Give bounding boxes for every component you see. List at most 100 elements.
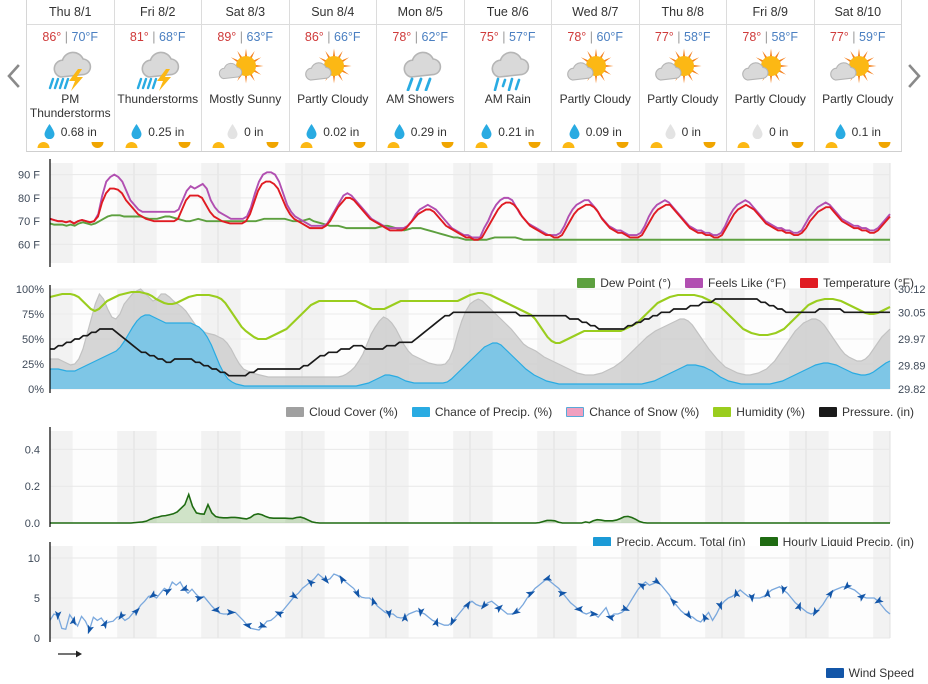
- day-name: Tue 8/6: [464, 5, 551, 25]
- day-name: Fri 8/2: [114, 5, 201, 25]
- day-temps: 86° | 70°F: [42, 28, 98, 46]
- sunrise-icon: [737, 142, 750, 148]
- sunset-icon: [616, 142, 628, 148]
- day-low-temp: 63°F: [246, 30, 274, 44]
- day-low-temp: 59°F: [859, 30, 886, 44]
- sunset-icon: [528, 142, 541, 148]
- day-temps: 77° | 58°F: [655, 28, 711, 46]
- day-high-temp: 77°: [654, 30, 674, 44]
- day-card[interactable]: Sat 8/10 77° | 59°F Partly Cloudy 0.1 in: [814, 0, 902, 151]
- conditions-chart-panel: 100% 30.12 75% 30.05 50% 29.97 25% 29.89 0% 29.82…: [0, 283, 928, 421]
- day-precip-amount: 0.29 in: [410, 124, 447, 139]
- legend-label: Wind Speed: [848, 666, 914, 680]
- temperature-chart[interactable]: 90 F 80 F 70 F 60 F: [0, 155, 928, 290]
- day-precip: 0.21 in: [481, 124, 534, 141]
- prev-days-button[interactable]: [0, 0, 26, 152]
- day-name: Wed 8/7: [552, 5, 639, 25]
- condition-mostly-sunny-icon: [202, 47, 289, 91]
- day-low-temp: 62°F: [421, 30, 449, 44]
- legend-item[interactable]: Chance of Precip. (%): [411, 405, 552, 419]
- day-name: Thu 8/8: [639, 5, 726, 25]
- day-condition: PM Thunderstorms: [29, 92, 111, 120]
- day-card[interactable]: Wed 8/7 78° | 60°F Partly Cloudy 0.09 in: [552, 0, 640, 151]
- day-temps: 89° | 63°F: [217, 28, 273, 46]
- chevron-right-icon: [908, 64, 921, 88]
- day-high-temp: 86°: [42, 30, 62, 44]
- day-card[interactable]: Tue 8/6 75° | 57°F AM Rain 0.21 in: [464, 0, 552, 151]
- day-temps: 86° | 66°F: [305, 28, 361, 46]
- precip-drop-icon: [306, 124, 317, 139]
- sunrise-icon: [825, 142, 837, 148]
- wind-chart[interactable]: 10 5 0: [0, 540, 928, 670]
- day-condition: Partly Cloudy: [822, 92, 894, 106]
- legend-item[interactable]: Pressure. (in): [818, 405, 914, 419]
- day-precip-amount: 0.25 in: [148, 124, 185, 139]
- day-temps: 78° | 58°F: [742, 28, 798, 46]
- sun-times: [465, 141, 552, 151]
- y-axis-tick: 50%: [22, 334, 44, 346]
- sunset-icon: [878, 142, 891, 148]
- day-low-temp: 60°F: [596, 30, 624, 44]
- temp-separator: |: [852, 30, 856, 44]
- legend-label: Chance of Snow (%): [589, 405, 700, 419]
- day-low-temp: 57°F: [509, 30, 536, 44]
- next-days-button[interactable]: [902, 0, 928, 152]
- legend-item[interactable]: Chance of Snow (%): [566, 405, 699, 419]
- sunset-icon: [441, 142, 453, 148]
- day-name: Sun 8/4: [289, 5, 376, 25]
- condition-partly-cloudy-icon: [815, 47, 902, 91]
- arrow-right-icon: [58, 650, 82, 658]
- day-precip-amount: 0 in: [244, 124, 264, 139]
- day-high-temp: 86°: [304, 30, 324, 44]
- day-card[interactable]: Mon 8/5 78° | 62°F AM Showers 0.29 in: [377, 0, 465, 151]
- condition-partly-cloudy-icon: [552, 47, 639, 91]
- day-card[interactable]: Sun 8/4 86° | 66°F Partly Cloudy 0.02 in: [289, 0, 377, 151]
- y-axis-tick: 60 F: [18, 239, 40, 251]
- day-card[interactable]: Fri 8/2 81° | 68°F Thunderstorms 0.25 in: [114, 0, 202, 151]
- y-axis-tick: 10: [28, 553, 40, 565]
- legend-swatch: [566, 407, 585, 417]
- day-name: Sat 8/3: [202, 5, 289, 25]
- conditions-chart[interactable]: 100% 30.12 75% 30.05 50% 29.97 25% 29.89 0% 29.82: [0, 283, 928, 403]
- legend-swatch: [411, 407, 430, 417]
- day-name: Sat 8/10: [814, 5, 901, 25]
- conditions-legend: Cloud Cover (%) Chance of Precip. (%) Chan…: [280, 403, 920, 421]
- sun-times: [115, 141, 202, 151]
- day-card[interactable]: Thu 8/8 77° | 58°F Partly Cloudy 0 in: [639, 0, 727, 151]
- legend-item[interactable]: Humidity (%): [713, 405, 805, 419]
- y2-axis-tick: 30.05: [898, 307, 926, 319]
- sun-times: [552, 141, 639, 151]
- day-precip: 0 in: [227, 124, 263, 141]
- day-high-temp: 78°: [392, 30, 412, 44]
- sun-times: [27, 141, 114, 151]
- day-cards: Thu 8/1 86° | 70°F PM Thunderstorms 0.68 in…: [26, 0, 902, 152]
- condition-partly-cloudy-icon: [640, 47, 727, 91]
- day-card[interactable]: Thu 8/1 86° | 70°F PM Thunderstorms 0.68 in: [27, 0, 115, 151]
- precip-drop-icon: [752, 124, 763, 139]
- day-card[interactable]: Fri 8/9 78° | 58°F Partly Cloudy 0 in: [727, 0, 815, 151]
- sun-times: [377, 141, 464, 151]
- sunset-icon: [703, 142, 716, 148]
- chevron-left-icon: [7, 64, 20, 88]
- sunrise-icon: [37, 142, 50, 148]
- precip-drop-icon: [665, 124, 676, 139]
- sunset-icon: [266, 142, 278, 148]
- legend-item[interactable]: Cloud Cover (%): [286, 405, 398, 419]
- condition-partly-cloudy-icon: [290, 47, 377, 91]
- y2-axis-tick: 29.97: [898, 334, 926, 346]
- sunset-icon: [91, 142, 103, 148]
- wind-chart-panel: 10 5 0 Wind Speed: [0, 540, 928, 684]
- sunset-icon: [791, 142, 803, 148]
- sun-times: [202, 141, 289, 151]
- y-axis-tick: 0.0: [25, 518, 40, 530]
- sunrise-icon: [125, 142, 137, 148]
- day-precip-amount: 0.02 in: [323, 124, 360, 139]
- legend-item[interactable]: Wind Speed: [825, 666, 914, 680]
- precipitation-chart[interactable]: 0.4 0.2 0.0: [0, 425, 928, 535]
- legend-swatch: [818, 407, 837, 417]
- day-card[interactable]: Sat 8/3 89° | 63°F Mostly Sunny 0 in: [202, 0, 290, 151]
- sunrise-icon: [650, 142, 662, 148]
- day-temps: 77° | 59°F: [830, 28, 886, 46]
- day-precip-amount: 0.09 in: [585, 124, 622, 139]
- day-condition: Partly Cloudy: [297, 92, 369, 106]
